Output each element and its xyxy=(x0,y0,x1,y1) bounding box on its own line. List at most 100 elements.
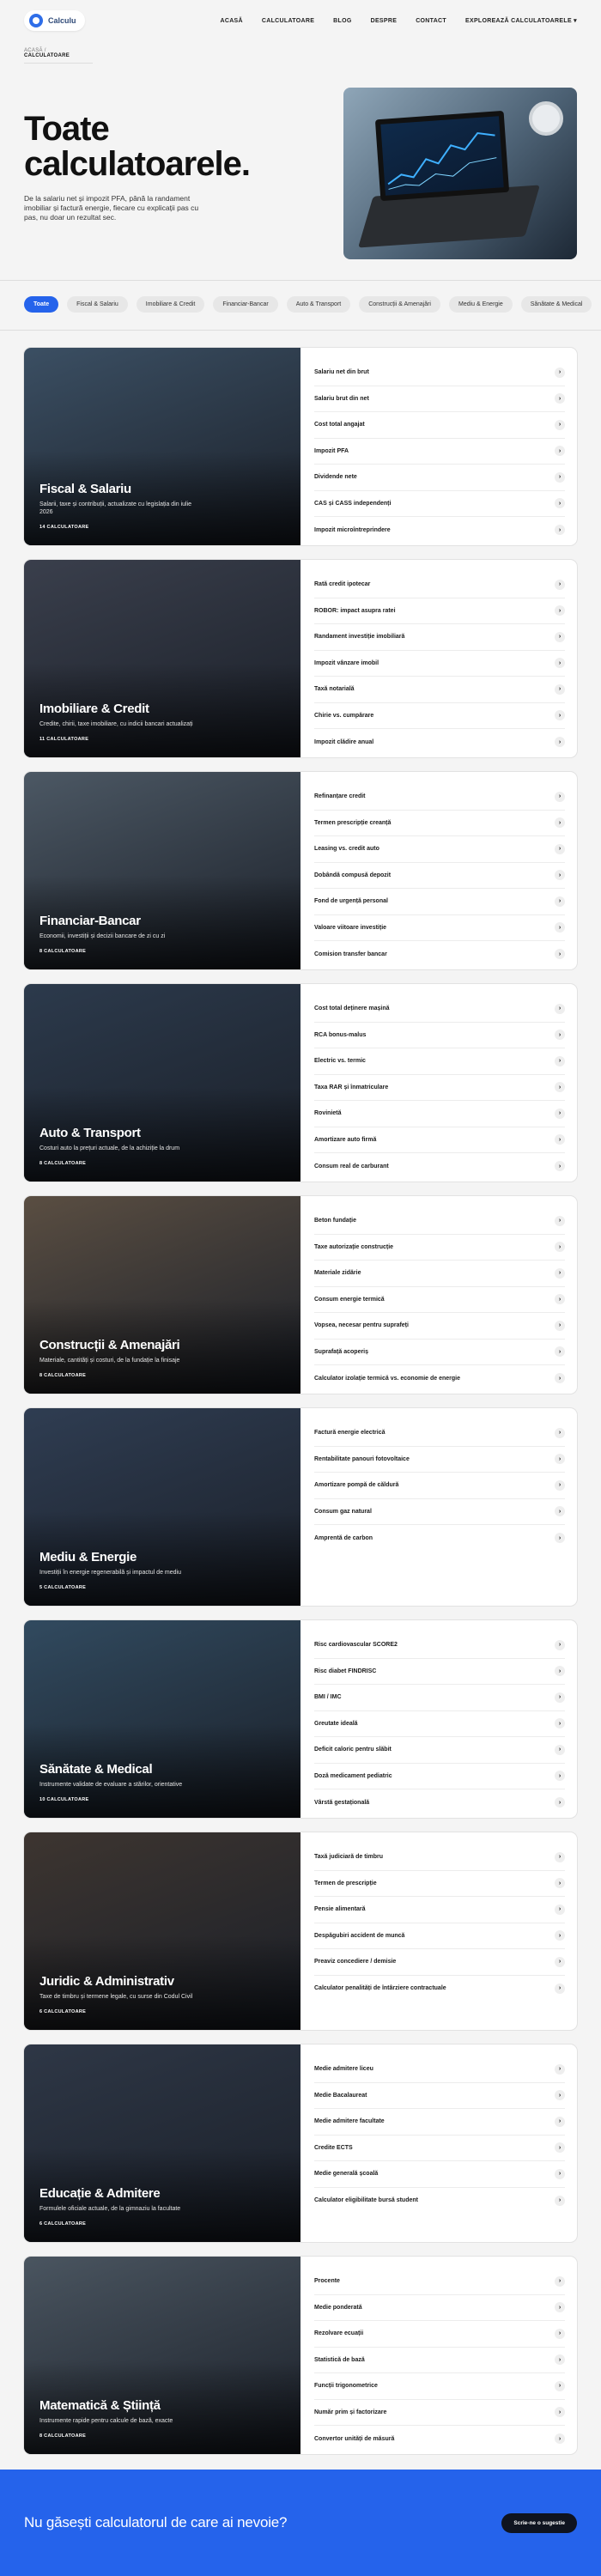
calculator-link[interactable]: Comision transfer bancar › xyxy=(314,941,565,968)
calculator-link[interactable]: Rentabilitate panouri fotovoltaice › xyxy=(314,1447,565,1473)
nav-item-acasa[interactable]: ACASĂ xyxy=(220,18,242,24)
calculator-link[interactable]: Deficit caloric pentru slăbit › xyxy=(314,1737,565,1764)
calculator-link[interactable]: Calculator penalități de întârziere cont… xyxy=(314,1976,565,2002)
calculator-link[interactable]: Amortizare auto firmă › xyxy=(314,1127,565,1153)
calculator-link[interactable]: Termen de prescripție › xyxy=(314,1871,565,1897)
category-image[interactable]: Juridic & Administrativ Taxe de timbru și… xyxy=(24,1832,300,2030)
category-image[interactable]: Educație & Admitere Formulele oficiale ac… xyxy=(24,2044,300,2242)
calculator-link[interactable]: Taxă notarială › xyxy=(314,677,565,703)
calculator-link[interactable]: Valoare viitoare investiție › xyxy=(314,915,565,941)
chip-fiscal[interactable]: Fiscal & Salariu xyxy=(67,296,128,313)
category-image[interactable]: Mediu & Energie Investiții în energie reg… xyxy=(24,1408,300,1606)
nav-item-contact[interactable]: CONTACT xyxy=(416,18,446,24)
calculator-link[interactable]: Medie admitere liceu › xyxy=(314,2057,565,2083)
chip-sanatate[interactable]: Sănătate & Medical xyxy=(520,296,592,313)
calculator-label: Număr prim și factorizare xyxy=(314,2409,387,2415)
arrow-right-icon: › xyxy=(555,843,565,854)
calculator-link[interactable]: Preaviz concediere / demisie › xyxy=(314,1949,565,1976)
calculator-link[interactable]: Pensie alimentară › xyxy=(314,1897,565,1923)
calculator-label: Salariu brut din net xyxy=(314,395,369,402)
calculator-link[interactable]: Consum gaz natural › xyxy=(314,1499,565,1525)
calculator-link[interactable]: Rată credit ipotecar › xyxy=(314,572,565,598)
calculator-link[interactable]: Dobândă compusă depozit › xyxy=(314,863,565,889)
calculator-label: Taxă judiciară de timbru xyxy=(314,1854,384,1861)
nav-item-calculatoare[interactable]: CALCULATOARE xyxy=(262,18,314,24)
calculator-link[interactable]: Termen prescripție creanță › xyxy=(314,811,565,836)
category-image[interactable]: Matematică & Știință Instrumente rapide p… xyxy=(24,2257,300,2454)
calculator-label: CAS și CASS independenți xyxy=(314,500,392,507)
calculator-link[interactable]: Taxă judiciară de timbru › xyxy=(314,1844,565,1871)
calculator-link[interactable]: Convertor unități de măsură › xyxy=(314,2426,565,2452)
calculator-link[interactable]: Doză medicament pediatric › xyxy=(314,1764,565,1789)
chip-financiar[interactable]: Financiar-Bancar xyxy=(213,296,278,313)
calculator-link[interactable]: RCA bonus-malus › xyxy=(314,1023,565,1048)
calculator-link[interactable]: Număr prim și factorizare › xyxy=(314,2400,565,2426)
category-image[interactable]: Financiar-Bancar Economii, investiții și … xyxy=(24,772,300,969)
calculator-link[interactable]: Fond de urgență personal › xyxy=(314,889,565,915)
calculator-link[interactable]: Risc cardiovascular SCORE2 › xyxy=(314,1632,565,1659)
calculator-link[interactable]: Calculator eligibilitate bursă student › xyxy=(314,2188,565,2215)
calculator-link[interactable]: Medie Bacalaureat › xyxy=(314,2083,565,2109)
chip-mediu[interactable]: Mediu & Energie xyxy=(448,296,513,313)
calculator-link[interactable]: Despăgubiri accident de muncă › xyxy=(314,1923,565,1949)
calculator-link[interactable]: Suprafață acoperiș › xyxy=(314,1340,565,1365)
calculator-link[interactable]: Refinanțare credit › xyxy=(314,784,565,811)
arrow-right-icon: › xyxy=(555,1718,565,1729)
nav-item-despre[interactable]: DESPRE xyxy=(371,18,398,24)
calculator-link[interactable]: Electric vs. termic › xyxy=(314,1048,565,1075)
calculator-link[interactable]: Impozit microîntreprindere › xyxy=(314,517,565,544)
calculator-link[interactable]: BMI / IMC › xyxy=(314,1685,565,1711)
calculator-link[interactable]: Medie admitere facultate › xyxy=(314,2109,565,2136)
calculator-link[interactable]: Greutate ideală › xyxy=(314,1711,565,1737)
calculator-link[interactable]: Impozit PFA › xyxy=(314,439,565,465)
calculator-link[interactable]: Consum energie termică › xyxy=(314,1287,565,1313)
calculator-link[interactable]: Funcții trigonometrice › xyxy=(314,2373,565,2400)
category-image[interactable]: Auto & Transport Costuri auto la prețuri … xyxy=(24,984,300,1182)
nav-item-blog[interactable]: BLOG xyxy=(333,18,351,24)
calculator-link[interactable]: Vopsea, necesar pentru suprafeți › xyxy=(314,1313,565,1340)
chip-imobiliare[interactable]: Imobiliare & Credit xyxy=(136,296,205,313)
calculator-link[interactable]: Cost total angajat › xyxy=(314,412,565,439)
calculator-link[interactable]: Dividende nete › xyxy=(314,465,565,491)
calculator-link[interactable]: Amortizare pompă de căldură › xyxy=(314,1473,565,1499)
calculator-link[interactable]: Consum real de carburant › xyxy=(314,1153,565,1180)
calculator-link[interactable]: Salariu net din brut › xyxy=(314,360,565,386)
calculator-link[interactable]: Rezolvare ecuații › xyxy=(314,2321,565,2348)
calculator-link[interactable]: Taxa RAR și înmatriculare › xyxy=(314,1075,565,1101)
calculator-link[interactable]: Medie ponderată › xyxy=(314,2295,565,2321)
calculator-link[interactable]: Calculator izolație termică vs. economie… xyxy=(314,1365,565,1392)
calculator-link[interactable]: Chirie vs. cumpărare › xyxy=(314,703,565,729)
calculator-link[interactable]: Leasing vs. credit auto › xyxy=(314,836,565,863)
calculator-link[interactable]: Procente › xyxy=(314,2269,565,2295)
calculator-link[interactable]: Taxe autorizație construcție › xyxy=(314,1235,565,1261)
arrow-right-icon: › xyxy=(555,419,565,430)
nav-explore-dropdown[interactable]: EXPLOREAZĂ CALCULATOARELE ▾ xyxy=(465,17,577,24)
suggestion-button[interactable]: Scrie-ne o sugestie xyxy=(501,2512,577,2533)
calculator-link[interactable]: Risc diabet FINDRISC › xyxy=(314,1659,565,1685)
calculator-link[interactable]: Rovinietă › xyxy=(314,1101,565,1127)
calculator-link[interactable]: Cost total deținere mașină › xyxy=(314,996,565,1023)
calculator-link[interactable]: Factură energie electrică › xyxy=(314,1420,565,1447)
chip-constructii[interactable]: Construcții & Amenajări xyxy=(359,296,440,313)
category-card-matematica-stiinta: Matematică & Știință Instrumente rapide p… xyxy=(24,2257,577,2454)
chip-toate[interactable]: Toate xyxy=(24,296,59,313)
calculator-link[interactable]: Beton fundație › xyxy=(314,1208,565,1235)
calculator-link[interactable]: CAS și CASS independenți › xyxy=(314,491,565,517)
calculator-link[interactable]: Materiale zidărie › xyxy=(314,1261,565,1287)
calculator-link[interactable]: Medie generală școală › xyxy=(314,2161,565,2188)
calculator-link[interactable]: ROBOR: impact asupra ratei › xyxy=(314,598,565,624)
calculator-link[interactable]: Randament investiție imobiliară › xyxy=(314,624,565,651)
category-image[interactable]: Fiscal & Salariu Salarii, taxe și contrib… xyxy=(24,348,300,545)
category-image[interactable]: Sănătate & Medical Instrumente validate d… xyxy=(24,1620,300,1818)
calculator-link[interactable]: Credite ECTS › xyxy=(314,2136,565,2161)
calculator-link[interactable]: Amprentă de carbon › xyxy=(314,1525,565,1552)
calculator-link[interactable]: Impozit clădire anual › xyxy=(314,729,565,756)
calculator-link[interactable]: Salariu brut din net › xyxy=(314,386,565,412)
calculator-link[interactable]: Vârstă gestațională › xyxy=(314,1789,565,1816)
logo[interactable]: Calculu xyxy=(24,10,85,31)
calculator-link[interactable]: Statistică de bază › xyxy=(314,2348,565,2373)
chip-auto[interactable]: Auto & Transport xyxy=(286,296,351,313)
calculator-link[interactable]: Impozit vânzare imobil › xyxy=(314,651,565,677)
category-image[interactable]: Imobiliare & Credit Credite, chirii, taxe… xyxy=(24,560,300,757)
category-image[interactable]: Construcții & Amenajări Materiale, cantit… xyxy=(24,1196,300,1394)
